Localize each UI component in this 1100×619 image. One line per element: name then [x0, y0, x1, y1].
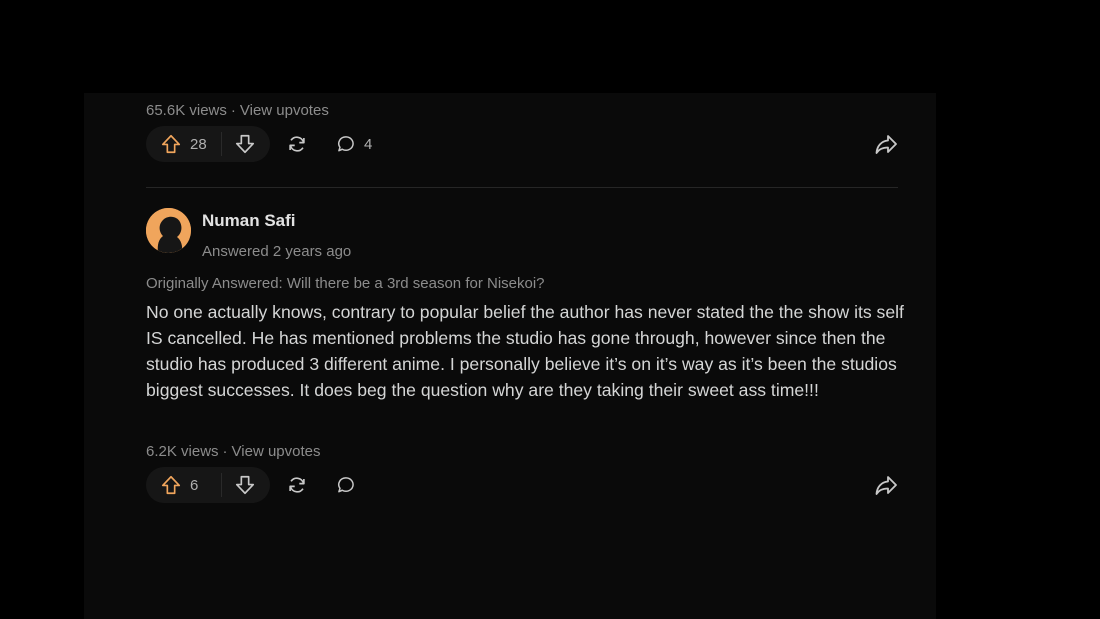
post1-stats: 65.6K views · View upvotes	[146, 102, 329, 119]
arrow-up-icon	[161, 475, 181, 495]
post2-stats: 6.2K views · View upvotes	[146, 443, 321, 460]
comment-bubble-icon	[338, 477, 354, 493]
upvote-button[interactable]: 28	[146, 126, 208, 162]
views-count: 6.2K views	[146, 443, 219, 460]
comment-bubble-icon	[338, 136, 354, 152]
upvote-count: 6	[190, 476, 199, 494]
share-button[interactable]	[286, 133, 308, 155]
forward-share-button[interactable]	[874, 133, 898, 155]
share-button[interactable]	[286, 474, 308, 496]
stats-separator: ·	[222, 443, 228, 460]
author-name[interactable]: Numan Safi	[202, 211, 296, 231]
downvote-button[interactable]	[222, 467, 268, 503]
share-cycle-icon	[289, 136, 305, 152]
view-upvotes-link[interactable]: View upvotes	[232, 443, 321, 460]
views-count: 65.6K views	[146, 102, 227, 119]
upvote-count: 28	[190, 135, 207, 153]
vote-pill: 28	[146, 126, 270, 162]
comment-count: 4	[364, 135, 373, 153]
post2-action-bar: 6	[146, 467, 898, 503]
comment-button[interactable]: 4	[336, 126, 372, 162]
vote-pill: 6	[146, 467, 270, 503]
user-silhouette-icon	[146, 208, 191, 253]
forward-arrow-icon	[875, 476, 897, 495]
view-upvotes-link[interactable]: View upvotes	[240, 102, 329, 119]
downvote-button[interactable]	[222, 126, 268, 162]
original-question[interactable]: Originally Answered: Will there be a 3rd…	[146, 275, 545, 292]
post1-action-bar: 28 4	[146, 126, 898, 162]
answer-body: No one actually knows, contrary to popul…	[146, 302, 904, 400]
forward-arrow-icon	[875, 135, 897, 154]
answered-timestamp[interactable]: Answered 2 years ago	[202, 243, 351, 260]
stats-separator: ·	[230, 102, 236, 119]
avatar[interactable]	[146, 208, 191, 253]
share-cycle-icon	[289, 477, 305, 493]
arrow-up-icon	[161, 134, 181, 154]
post-divider	[146, 187, 898, 188]
upvote-button[interactable]: 6	[146, 467, 208, 503]
forward-share-button[interactable]	[874, 474, 898, 496]
comment-button[interactable]	[336, 467, 364, 503]
arrow-down-icon	[235, 475, 255, 495]
arrow-down-icon	[235, 134, 255, 154]
